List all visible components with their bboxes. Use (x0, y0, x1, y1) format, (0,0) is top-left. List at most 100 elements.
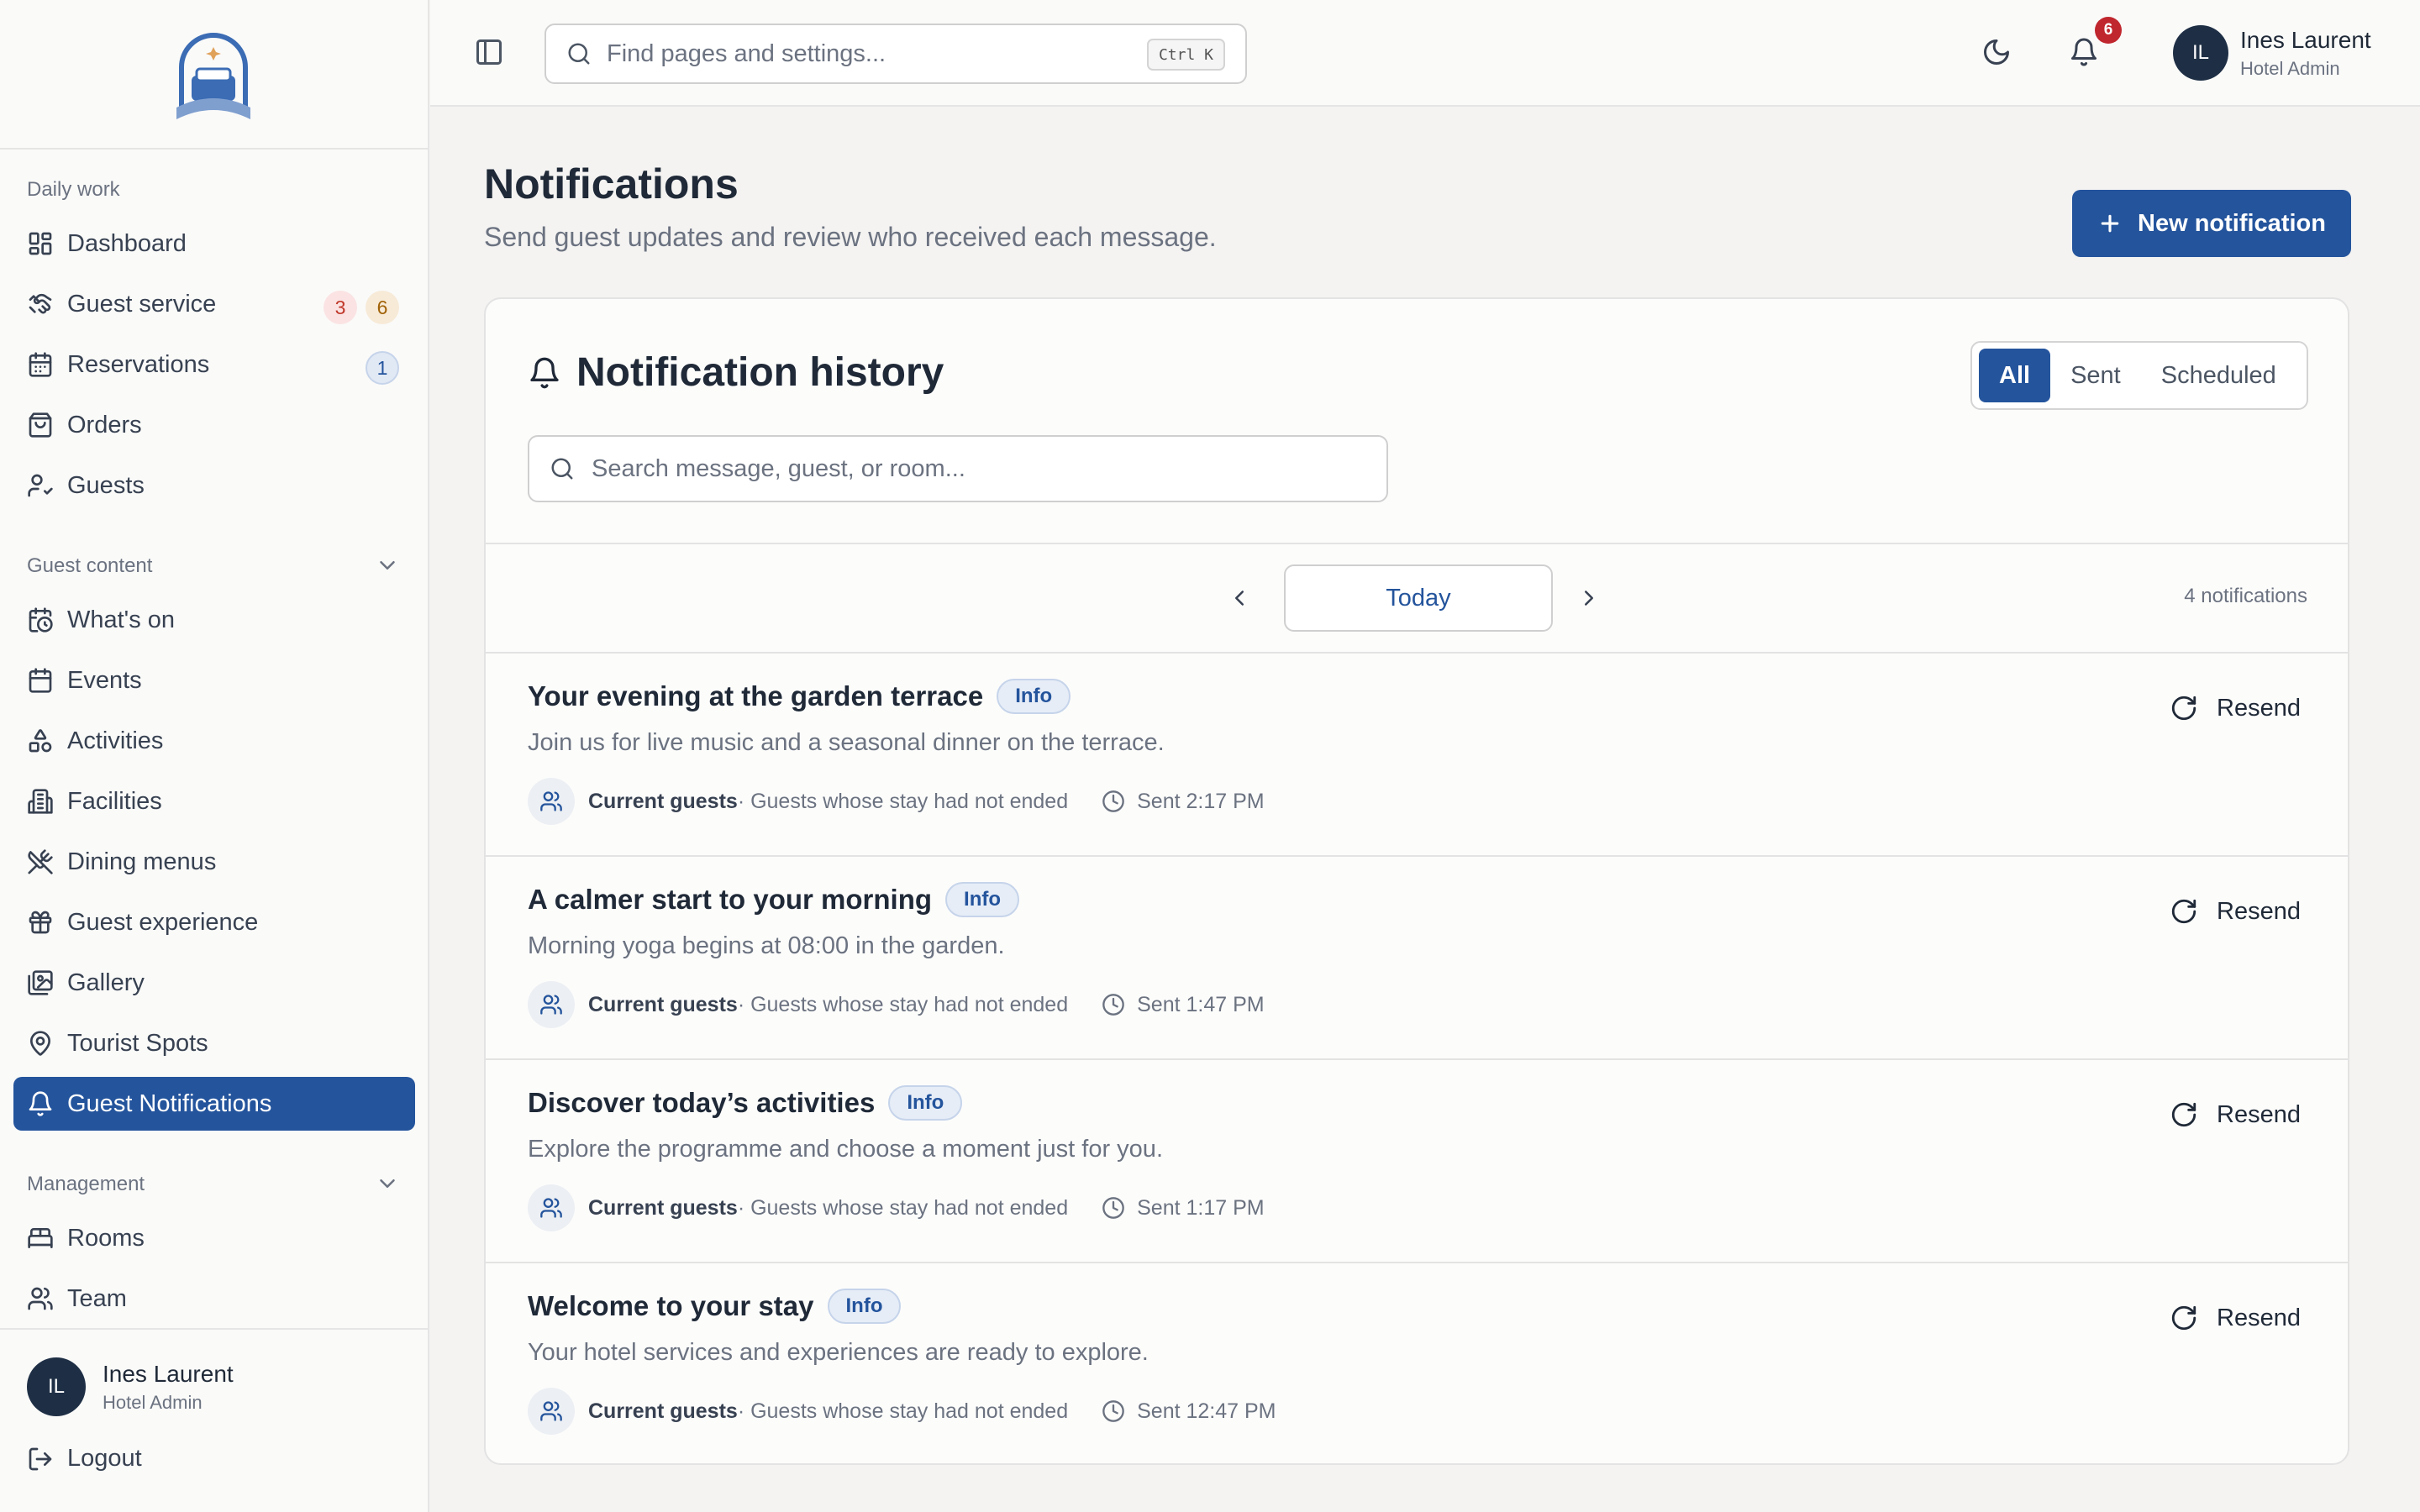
audience-label: Current guests (588, 1399, 738, 1423)
avatar: IL (27, 1357, 86, 1416)
users-icon (540, 1198, 562, 1218)
notification-title-line: Welcome to your stay Info (528, 1289, 902, 1324)
history-search-input[interactable]: Search message, guest, or room... (528, 435, 1388, 502)
logout-icon (29, 1447, 52, 1470)
divider (486, 543, 2348, 544)
notification-meta: Current guests · Guests whose stay had n… (528, 1184, 1265, 1231)
notification-title: A calmer start to your morning (528, 884, 933, 915)
search-icon (551, 458, 573, 480)
sidebar-item-label: What's on (67, 606, 176, 633)
notification-meta: Current guests · Guests whose stay had n… (528, 981, 1265, 1028)
sidebar-item-label: Events (67, 666, 142, 694)
user-check-icon (28, 474, 53, 497)
topbar-user-menu[interactable]: IL Ines Laurent Hotel Admin (2173, 25, 2371, 81)
sidebar-item-tourist-spots[interactable]: Tourist Spots (13, 1016, 415, 1070)
sidebar-item-label: Activities (67, 727, 164, 754)
logout-button[interactable]: Logout (27, 1445, 142, 1473)
bell-icon (29, 1091, 52, 1116)
chevron-left-icon[interactable] (1227, 585, 1252, 611)
sidebar-item-reservations[interactable]: Reservations 1 (13, 338, 415, 391)
notification-row: A calmer start to your morning Info Morn… (486, 857, 2348, 1058)
notification-history-card: Notification history All Sent Scheduled … (484, 297, 2349, 1465)
filter-segmented-control: All Sent Scheduled (1970, 341, 2308, 410)
notification-row: Discover today’s activities Info Explore… (486, 1060, 2348, 1262)
audience-description: · Guests whose stay had not ended (737, 1195, 1069, 1220)
sidebar-item-rooms[interactable]: Rooms (13, 1211, 415, 1265)
sidebar-item-events[interactable]: Events (13, 654, 415, 707)
bed-icon (28, 1228, 53, 1248)
sidebar-item-orders[interactable]: Orders (13, 398, 415, 452)
notification-title-line: Your evening at the garden terrace Info (528, 679, 1071, 714)
clock-icon (1102, 1197, 1124, 1219)
notification-body: Your hotel services and experiences are … (528, 1339, 1149, 1366)
dark-mode-toggle-icon[interactable] (1981, 37, 2012, 67)
resend-label: Resend (2217, 694, 2301, 722)
filter-sent[interactable]: Sent (2050, 349, 2141, 402)
notification-row: Your evening at the garden terrace Info … (486, 654, 2348, 855)
sidebar-item-label: Team (67, 1284, 127, 1312)
count-badge: 1 (366, 351, 399, 385)
shopping-bag-icon (29, 412, 52, 438)
sidebar-item-facilities[interactable]: Facilities (13, 774, 415, 828)
resend-button[interactable]: Resend (2170, 1304, 2301, 1332)
chevron-down-icon[interactable] (375, 553, 400, 578)
sidebar-item-label: Facilities (67, 787, 162, 815)
sent-time: Sent 1:17 PM (1137, 1195, 1265, 1220)
hotel-logo[interactable] (173, 25, 254, 123)
audience-description: · Guests whose stay had not ended (737, 992, 1069, 1016)
sidebar-item-gallery[interactable]: Gallery (13, 956, 415, 1010)
date-picker-button[interactable]: Today (1284, 564, 1553, 632)
sidebar-item-guests[interactable]: Guests (13, 459, 415, 512)
sidebar-item-dashboard[interactable]: Dashboard (13, 217, 415, 270)
audience-label: Current guests (588, 789, 738, 813)
sidebar-item-team[interactable]: Team (13, 1272, 415, 1326)
sidebar-item-label: Dashboard (67, 229, 187, 257)
refresh-icon (2171, 1102, 2196, 1127)
map-pin-icon (30, 1031, 50, 1056)
sidebar-item-label: Guest service (67, 290, 217, 318)
search-placeholder: Find pages and settings... (607, 39, 886, 67)
sidebar-item-label: Guests (67, 471, 145, 499)
notification-title: Your evening at the garden terrace (528, 680, 984, 711)
search-placeholder: Search message, guest, or room... (592, 454, 965, 482)
filter-all[interactable]: All (1979, 349, 2051, 402)
resend-label: Resend (2217, 897, 2301, 925)
topbar: Find pages and settings... Ctrl K 6 IL I… (430, 0, 2420, 107)
notification-body: Explore the programme and choose a momen… (528, 1136, 1163, 1163)
filter-scheduled[interactable]: Scheduled (2141, 349, 2296, 402)
logout-label: Logout (67, 1445, 142, 1472)
card-title: Notification history (528, 349, 944, 396)
resend-label: Resend (2217, 1304, 2301, 1331)
sidebar-item-label: Guest Notifications (67, 1089, 272, 1117)
clock-icon (1102, 1400, 1124, 1422)
user-role: Hotel Admin (103, 1391, 203, 1413)
sidebar-user-profile[interactable]: IL Ines Laurent Hotel Admin (27, 1357, 234, 1416)
sidebar-item-activities[interactable]: Activities (13, 714, 415, 768)
search-icon (568, 43, 590, 65)
notification-title-line: Discover today’s activities Info (528, 1085, 963, 1121)
users-icon (28, 1287, 53, 1310)
resend-button[interactable]: Resend (2170, 1100, 2301, 1129)
chevron-right-icon[interactable] (1576, 585, 1602, 611)
audience-icon-wrap (528, 1388, 575, 1435)
chevron-down-icon[interactable] (375, 1171, 400, 1196)
users-icon (540, 995, 562, 1015)
audience-icon-wrap (528, 1184, 575, 1231)
page-subtitle: Send guest updates and review who receiv… (484, 222, 1217, 252)
global-search-input[interactable]: Find pages and settings... Ctrl K (544, 24, 1247, 84)
sidebar-item-guest-experience[interactable]: Guest experience (13, 895, 415, 949)
notification-count-badge: 6 (2095, 17, 2122, 44)
users-icon (540, 1401, 562, 1421)
sidebar-item-guest-service[interactable]: Guest service 3 6 (13, 277, 415, 331)
sidebar-item-whats-on[interactable]: What's on (13, 593, 415, 647)
resend-button[interactable]: Resend (2170, 897, 2301, 926)
sidebar-item-dining-menus[interactable]: Dining menus (13, 835, 415, 889)
bell-icon[interactable] (2069, 37, 2099, 67)
refresh-icon (2171, 696, 2196, 721)
sidebar-toggle-icon[interactable] (474, 37, 504, 67)
sidebar-item-label: Rooms (67, 1224, 145, 1252)
refresh-icon (2171, 899, 2196, 924)
new-notification-button[interactable]: New notification (2072, 190, 2351, 257)
resend-button[interactable]: Resend (2170, 694, 2301, 722)
sidebar-item-guest-notifications[interactable]: Guest Notifications (13, 1077, 415, 1131)
